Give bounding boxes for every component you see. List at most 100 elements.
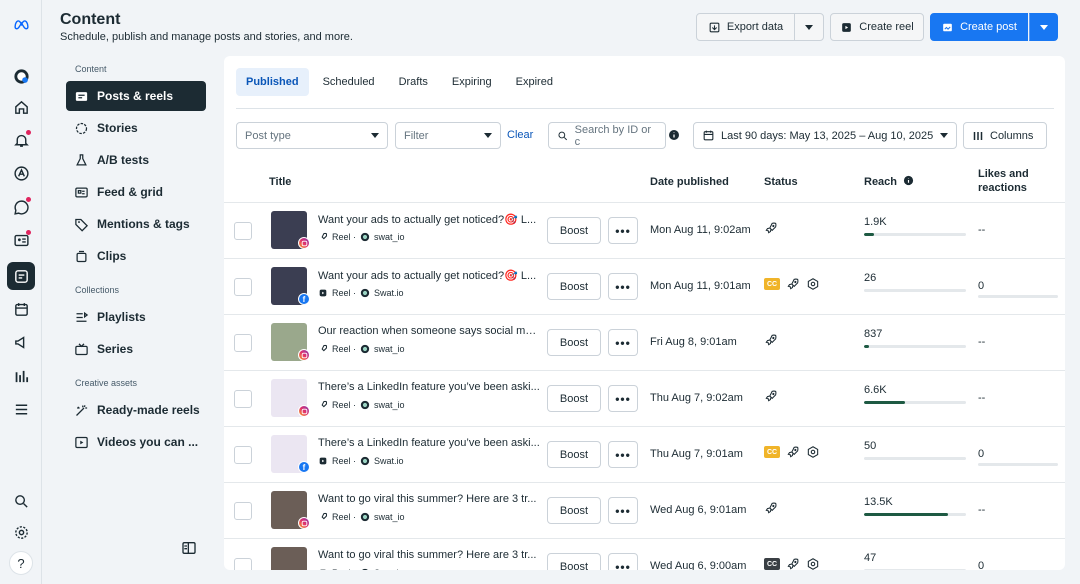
- post-title[interactable]: Want to go viral this summer? Here are 3…: [318, 549, 540, 561]
- captions-badge: CC: [764, 278, 780, 290]
- boost-button[interactable]: Boost: [547, 329, 601, 356]
- post-account: swat_io: [374, 512, 405, 522]
- reach-value: 13.5K: [864, 496, 893, 508]
- search-icon[interactable]: [9, 489, 33, 513]
- home-icon[interactable]: [9, 95, 33, 119]
- post-title[interactable]: There’s a LinkedIn feature you’ve been a…: [318, 381, 540, 393]
- collapse-sidebar-icon[interactable]: [181, 540, 197, 556]
- date-range-select[interactable]: Last 90 days: May 13, 2025 – Aug 10, 202…: [693, 122, 957, 149]
- meta-logo-icon[interactable]: [9, 12, 33, 36]
- row-checkbox[interactable]: [234, 446, 252, 464]
- row-checkbox[interactable]: [234, 278, 252, 296]
- table-row[interactable]: f Want your ads to actually get noticed?…: [224, 258, 1065, 314]
- nav-item-series[interactable]: Series: [66, 334, 206, 364]
- boost-button[interactable]: Boost: [547, 441, 601, 468]
- columns-button[interactable]: Columns: [963, 122, 1047, 149]
- post-type-label: Reel ·: [332, 288, 357, 298]
- tab-published[interactable]: Published: [236, 68, 309, 96]
- more-options-button[interactable]: •••: [608, 553, 638, 570]
- account-avatar-icon: [360, 512, 370, 522]
- table-row[interactable]: f There’s a LinkedIn feature you’ve been…: [224, 426, 1065, 482]
- search-input[interactable]: Search by ID or c: [548, 122, 666, 149]
- post-meta: Reel · Swat.io: [318, 456, 404, 466]
- more-options-button[interactable]: •••: [608, 497, 638, 524]
- megaphone-icon[interactable]: [9, 330, 33, 354]
- content-icon[interactable]: [7, 262, 35, 290]
- reel-type-icon: [321, 344, 328, 352]
- boost-button[interactable]: Boost: [547, 553, 601, 570]
- row-checkbox[interactable]: [234, 558, 252, 570]
- col-header-date[interactable]: Date published: [650, 175, 729, 189]
- tab-scheduled[interactable]: Scheduled: [313, 68, 385, 96]
- table-row[interactable]: f Want to go viral this summer? Here are…: [224, 538, 1065, 570]
- more-options-button[interactable]: •••: [608, 385, 638, 412]
- ads-icon[interactable]: [9, 161, 33, 185]
- export-dropdown-button[interactable]: [794, 13, 824, 41]
- nav-item-ready-made-reels[interactable]: Ready-made reels: [66, 395, 206, 425]
- tab-expiring[interactable]: Expiring: [442, 68, 502, 96]
- col-header-reach[interactable]: Reach: [864, 175, 914, 189]
- row-checkbox[interactable]: [234, 502, 252, 520]
- table-row[interactable]: Want to go viral this summer? Here are 3…: [224, 482, 1065, 538]
- table-row[interactable]: Want your ads to actually get noticed?🎯 …: [224, 202, 1065, 258]
- nav-item-ab-tests[interactable]: A/B tests: [66, 145, 206, 175]
- more-options-button[interactable]: •••: [608, 273, 638, 300]
- nav-item-playlists[interactable]: Playlists: [66, 302, 206, 332]
- post-type-label: Reel ·: [332, 232, 357, 242]
- post-thumbnail[interactable]: [271, 547, 307, 570]
- create-post-button[interactable]: Create post: [930, 13, 1028, 41]
- nav-item-mentions-tags[interactable]: Mentions & tags: [66, 209, 206, 239]
- insights-icon[interactable]: [9, 364, 33, 388]
- page-subtitle: Schedule, publish and manage posts and s…: [60, 31, 353, 43]
- boost-button[interactable]: Boost: [547, 497, 601, 524]
- col-header-title[interactable]: Title: [269, 175, 291, 189]
- published-rocket-icon: [787, 446, 799, 458]
- row-checkbox[interactable]: [234, 334, 252, 352]
- help-icon[interactable]: ?: [9, 551, 33, 575]
- row-checkbox[interactable]: [234, 222, 252, 240]
- likes-bar: [978, 463, 1058, 466]
- post-meta: Reel · Swat.io: [318, 288, 404, 298]
- account-avatar-icon[interactable]: [9, 64, 33, 88]
- info-icon[interactable]: [668, 129, 680, 141]
- filter-select[interactable]: Filter: [395, 122, 501, 149]
- post-date: Thu Aug 7, 9:02am: [650, 392, 743, 404]
- boost-button[interactable]: Boost: [547, 217, 601, 244]
- table-row[interactable]: There’s a LinkedIn feature you’ve been a…: [224, 370, 1065, 426]
- col-header-status[interactable]: Status: [764, 175, 798, 189]
- post-title[interactable]: Want your ads to actually get noticed?🎯 …: [318, 213, 540, 226]
- post-title[interactable]: Our reaction when someone says social me…: [318, 325, 540, 337]
- post-title[interactable]: Want your ads to actually get noticed?🎯 …: [318, 269, 540, 282]
- more-options-button[interactable]: •••: [608, 217, 638, 244]
- notifications-icon[interactable]: [9, 128, 33, 152]
- inbox-icon[interactable]: [9, 195, 33, 219]
- post-type-select[interactable]: Post type: [236, 122, 388, 149]
- tab-drafts[interactable]: Drafts: [389, 68, 438, 96]
- nav-item-posts-reels[interactable]: Posts & reels: [66, 81, 206, 111]
- menu-icon[interactable]: [9, 397, 33, 421]
- col-header-likes[interactable]: Likes and reactions: [978, 167, 1058, 195]
- post-title[interactable]: There’s a LinkedIn feature you’ve been a…: [318, 437, 540, 449]
- export-data-button[interactable]: Export data: [696, 13, 795, 41]
- create-post-dropdown-button[interactable]: [1029, 13, 1058, 41]
- more-options-button[interactable]: •••: [608, 329, 638, 356]
- nav-item-videos[interactable]: Videos you can ...: [66, 427, 206, 457]
- boost-button[interactable]: Boost: [547, 273, 601, 300]
- post-title[interactable]: Want to go viral this summer? Here are 3…: [318, 493, 540, 505]
- more-options-button[interactable]: •••: [608, 441, 638, 468]
- clear-filters-link[interactable]: Clear: [507, 129, 533, 141]
- filter-label: Filter: [404, 129, 429, 142]
- nav-item-clips[interactable]: Clips: [66, 241, 206, 271]
- contacts-icon[interactable]: [9, 228, 33, 252]
- table-row[interactable]: Our reaction when someone says social me…: [224, 314, 1065, 370]
- tab-expired[interactable]: Expired: [506, 68, 563, 96]
- calendar-icon[interactable]: [9, 297, 33, 321]
- nav-item-feed-grid[interactable]: Feed & grid: [66, 177, 206, 207]
- row-checkbox[interactable]: [234, 390, 252, 408]
- create-reel-button[interactable]: Create reel: [830, 13, 924, 41]
- nav-item-stories[interactable]: Stories: [66, 113, 206, 143]
- settings-gear-icon[interactable]: [9, 520, 33, 544]
- published-rocket-icon: [765, 334, 777, 346]
- boost-button[interactable]: Boost: [547, 385, 601, 412]
- likes-value: 0: [978, 280, 985, 292]
